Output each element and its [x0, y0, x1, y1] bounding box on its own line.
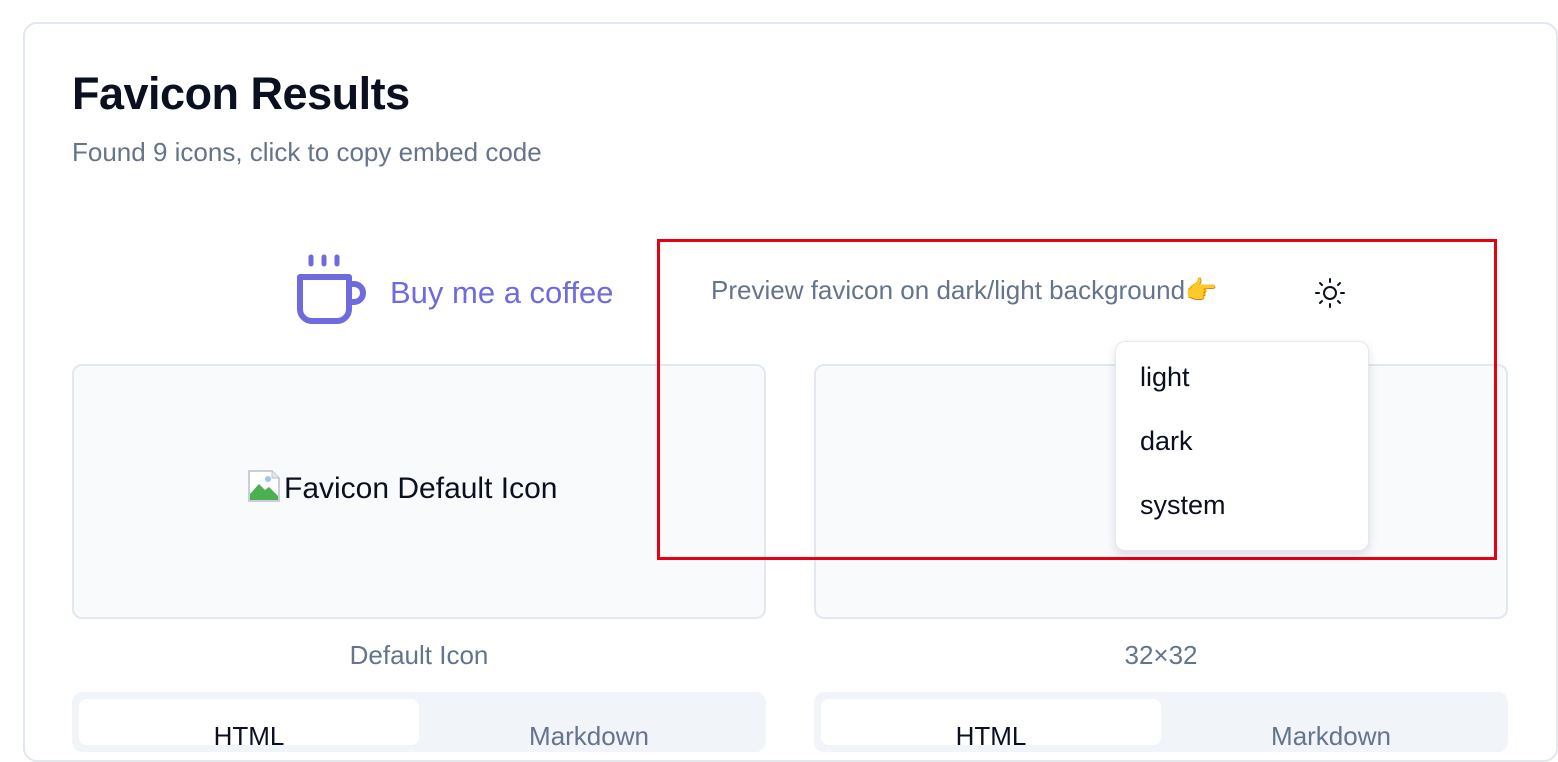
icon-caption: 32×32: [1124, 640, 1198, 670]
highlight-box: [657, 239, 1497, 560]
embed-format-tabs: HTML Markdown: [814, 692, 1508, 752]
page-title: Favicon Results: [72, 68, 410, 119]
theme-dropdown-menu: light dark system: [1115, 341, 1369, 551]
coffee-cup-icon: [294, 254, 368, 331]
broken-image-icon: [248, 470, 280, 507]
tab-html[interactable]: HTML: [821, 699, 1161, 751]
buy-me-a-coffee-label: Buy me a coffee: [390, 274, 614, 310]
buy-me-a-coffee-link[interactable]: Buy me a coffee: [294, 254, 613, 331]
tab-markdown[interactable]: Markdown: [1161, 699, 1501, 751]
menu-item-system[interactable]: system: [1116, 490, 1368, 554]
tab-html[interactable]: HTML: [79, 699, 419, 751]
embed-format-tabs: HTML Markdown: [72, 692, 766, 752]
broken-image: Favicon Default Icon: [248, 470, 557, 507]
tab-markdown[interactable]: Markdown: [419, 699, 759, 751]
menu-item-dark[interactable]: dark: [1116, 426, 1368, 490]
page-subtitle: Found 9 icons, click to copy embed code: [72, 137, 542, 167]
broken-image-alt-text: Favicon Default Icon: [284, 471, 558, 505]
menu-item-light[interactable]: light: [1116, 362, 1368, 426]
icon-caption: Default Icon: [349, 640, 489, 670]
